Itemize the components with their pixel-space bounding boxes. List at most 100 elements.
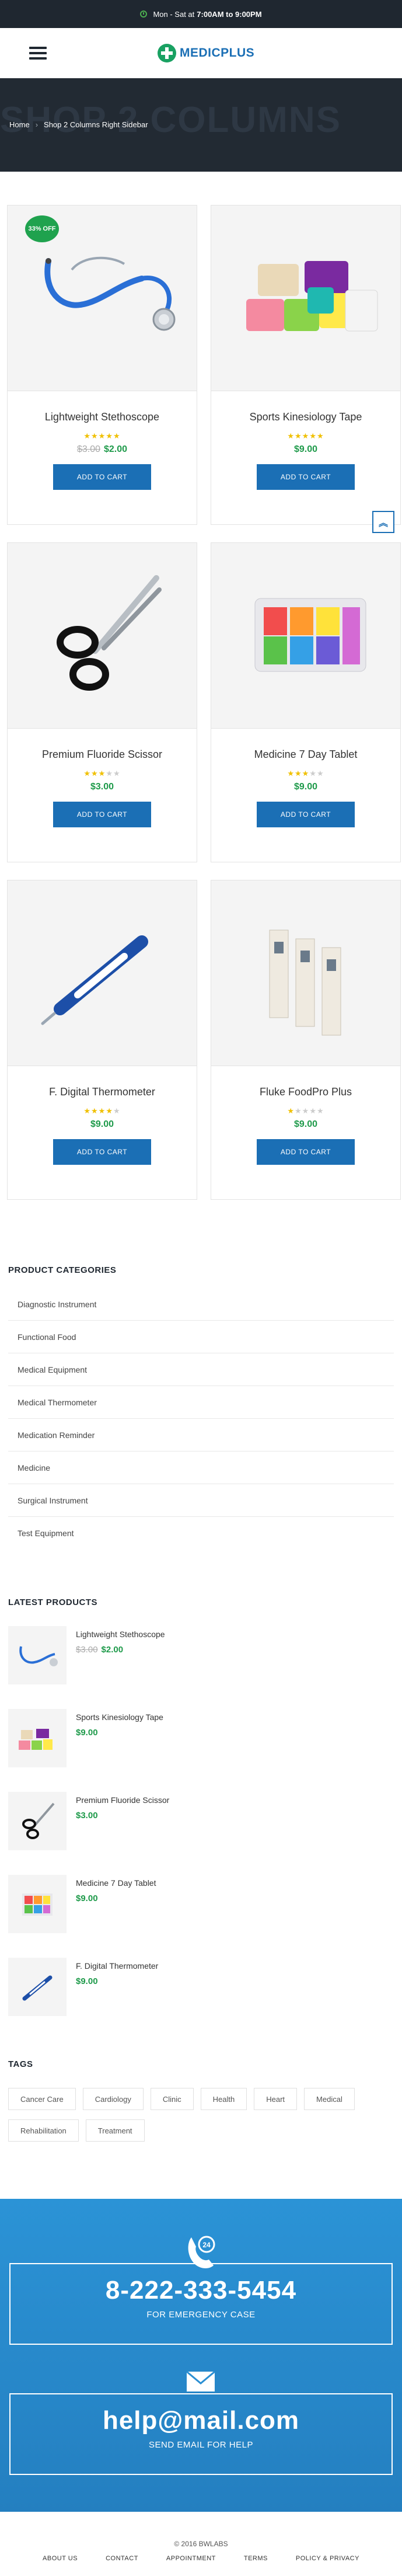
latest-product-name[interactable]: F. Digital Thermometer <box>76 1961 158 1971</box>
product-price: $3.00 <box>8 782 197 792</box>
product-name[interactable]: Lightweight Stethoscope <box>8 411 197 423</box>
scroll-to-top-button[interactable]: ︽ <box>372 511 394 533</box>
latest-product-name[interactable]: Lightweight Stethoscope <box>76 1630 165 1639</box>
product-image[interactable]: 33% OFF <box>8 206 197 391</box>
footer-nav: ABOUT US CONTACT APPOINTMENT TERMS POLIC… <box>0 2555 402 2562</box>
thermometer-icon <box>41 935 148 1025</box>
envelope-icon <box>186 2370 215 2391</box>
product-image[interactable] <box>211 543 400 729</box>
category-item[interactable]: Surgical Instrument <box>8 1484 394 1517</box>
test-tubes-icon <box>269 930 341 1036</box>
double-chevron-up-icon: ︽ <box>378 518 388 528</box>
breadcrumb: Home › Shop 2 Columns Right Sidebar <box>9 120 148 129</box>
widget-title: TAGS <box>8 2059 33 2069</box>
tag-link[interactable]: Rehabilitation <box>8 2119 79 2142</box>
current-price: $3.00 <box>76 1811 98 1820</box>
menu-icon[interactable] <box>29 47 47 60</box>
rating-stars: ★★★★★ <box>287 1106 324 1115</box>
site-header: MEDICPLUS <box>0 28 402 78</box>
tag-link[interactable]: Cardiology <box>82 2088 144 2110</box>
footer-link-about[interactable]: ABOUT US <box>29 2555 92 2562</box>
product-image[interactable] <box>8 880 197 1066</box>
rating-stars: ★★★★★ <box>287 431 324 440</box>
latest-product-item: Sports Kinesiology Tape $9.00 <box>8 1709 394 1792</box>
hours-label: Mon - Sat at <box>153 9 195 19</box>
latest-product-name[interactable]: Medicine 7 Day Tablet <box>76 1878 156 1888</box>
site-footer: © 2016 BWLABS ABOUT US CONTACT APPOINTME… <box>0 2512 402 2576</box>
tape-rolls-icon <box>19 1729 53 1750</box>
current-price: $2.00 <box>101 1645 124 1655</box>
latest-product-list: Lightweight Stethoscope $3.00 $2.00 Sport… <box>8 1626 394 2041</box>
current-price: $9.00 <box>90 1119 114 1129</box>
product-name[interactable]: Medicine 7 Day Tablet <box>211 749 400 761</box>
current-price: $9.00 <box>293 444 318 454</box>
latest-product-price: $9.00 <box>76 1728 163 1738</box>
product-price: $9.00 <box>8 1119 197 1130</box>
current-price: $3.00 <box>90 782 114 792</box>
tag-link[interactable]: Cancer Care <box>8 2088 76 2110</box>
product-thumbnail[interactable] <box>8 1792 67 1850</box>
rating-stars: ★★★★★ <box>83 769 121 778</box>
logo[interactable]: MEDICPLUS <box>158 44 254 62</box>
product-thumbnail[interactable] <box>8 1709 67 1767</box>
old-price: $3.00 <box>76 444 100 454</box>
add-to-cart-button[interactable]: ADD TO CART <box>53 1139 151 1165</box>
widget-title: PRODUCT CATEGORIES <box>8 1265 117 1275</box>
scissor-icon <box>22 1802 55 1839</box>
category-item[interactable]: Test Equipment <box>8 1517 394 1550</box>
product-price: $9.00 <box>211 444 400 455</box>
breadcrumb-home[interactable]: Home <box>9 120 30 129</box>
footer-link-terms[interactable]: TERMS <box>230 2555 282 2562</box>
product-card: Premium Fluoride Scissor ★★★★★ $3.00 ADD… <box>7 542 197 862</box>
product-thumbnail[interactable] <box>8 1626 67 1684</box>
latest-product-price: $3.00 $2.00 <box>76 1645 165 1655</box>
product-name[interactable]: Premium Fluoride Scissor <box>8 749 197 761</box>
product-image[interactable] <box>211 880 400 1066</box>
product-price: $9.00 <box>211 782 400 792</box>
category-item[interactable]: Functional Food <box>8 1321 394 1353</box>
latest-product-price: $9.00 <box>76 1893 156 1903</box>
category-item[interactable]: Diagnostic Instrument <box>8 1288 394 1321</box>
footer-link-policy[interactable]: POLICY & PRIVACY <box>282 2555 373 2562</box>
product-name[interactable]: F. Digital Thermometer <box>8 1086 197 1098</box>
footer-link-appointment[interactable]: APPOINTMENT <box>152 2555 230 2562</box>
product-name[interactable]: Fluke FoodPro Plus <box>211 1086 400 1098</box>
category-item[interactable]: Medical Thermometer <box>8 1386 394 1419</box>
add-to-cart-button[interactable]: ADD TO CART <box>257 802 355 827</box>
current-price: $9.00 <box>293 782 318 792</box>
latest-product-name[interactable]: Sports Kinesiology Tape <box>76 1712 163 1722</box>
add-to-cart-button[interactable]: ADD TO CART <box>257 1139 355 1165</box>
emergency-email[interactable]: help@mail.com <box>11 2406 391 2435</box>
product-image[interactable] <box>211 206 400 391</box>
product-thumbnail[interactable] <box>8 1958 67 2016</box>
tag-cloud: Cancer Care Cardiology Clinic Health Hea… <box>8 2088 394 2142</box>
category-item[interactable]: Medication Reminder <box>8 1419 394 1451</box>
category-item[interactable]: Medical Equipment <box>8 1353 394 1386</box>
add-to-cart-button[interactable]: ADD TO CART <box>257 464 355 490</box>
add-to-cart-button[interactable]: ADD TO CART <box>53 464 151 490</box>
latest-product-name[interactable]: Premium Fluoride Scissor <box>76 1795 169 1805</box>
product-categories-widget: PRODUCT CATEGORIES Diagnostic Instrument… <box>0 1265 402 1550</box>
product-image[interactable] <box>8 543 197 729</box>
latest-product-item: Medicine 7 Day Tablet $9.00 <box>8 1875 394 1958</box>
chevron-right-icon: › <box>35 120 39 129</box>
rating-stars: ★★★★★ <box>83 1106 121 1115</box>
footer-link-contact[interactable]: CONTACT <box>92 2555 152 2562</box>
product-thumbnail[interactable] <box>8 1875 67 1933</box>
breadcrumb-current: Shop 2 Columns Right Sidebar <box>44 120 148 129</box>
product-name[interactable]: Sports Kinesiology Tape <box>211 411 400 423</box>
tag-link[interactable]: Heart <box>254 2088 298 2110</box>
tag-link[interactable]: Health <box>200 2088 247 2110</box>
current-price: $2.00 <box>104 444 128 454</box>
product-grid: 33% OFF Lightweight Stethoscope ★★★★★ $3… <box>0 205 402 1200</box>
logo-text: MEDICPLUS <box>180 46 255 60</box>
tag-link[interactable]: Treatment <box>85 2119 145 2142</box>
category-item[interactable]: Medicine <box>8 1451 394 1484</box>
latest-product-price: $3.00 <box>76 1811 169 1820</box>
add-to-cart-button[interactable]: ADD TO CART <box>53 802 151 827</box>
emergency-phone[interactable]: 8-222-333-5454 <box>11 2276 391 2305</box>
tag-link[interactable]: Medical <box>304 2088 355 2110</box>
tags-widget: TAGS Cancer Care Cardiology Clinic Healt… <box>0 2059 402 2142</box>
product-card: Medicine 7 Day Tablet ★★★★★ $9.00 ADD TO… <box>211 542 401 862</box>
tag-link[interactable]: Clinic <box>150 2088 194 2110</box>
